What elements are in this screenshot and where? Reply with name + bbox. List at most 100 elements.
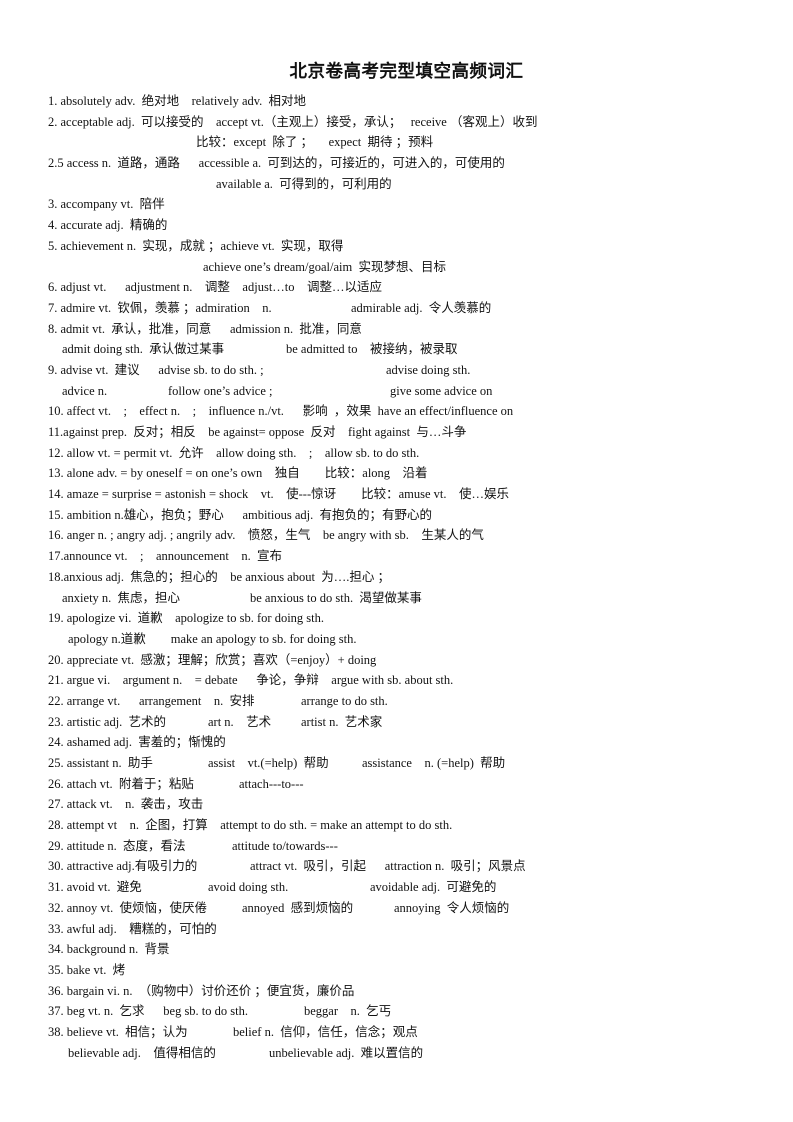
vocab-entry-text: 23. artistic adj. 艺术的 <box>48 714 167 729</box>
vocab-line: 1. absolutely adv. 绝对地 relatively adv. 相… <box>48 91 793 112</box>
vocab-line: 13. alone adv. = by oneself = on one’s o… <box>48 463 793 484</box>
vocab-line: 35. bake vt. 烤 <box>48 960 793 981</box>
vocab-entry-text: 10. affect vt. ; effect n. ; influence n… <box>48 404 514 419</box>
vocab-entry-text: 11.against prep. 反对；相反 be against= oppos… <box>48 425 467 439</box>
vocab-entry-text: attach---to--- <box>239 776 304 791</box>
vocab-entry-text: achieve one’s dream/goal/aim 实现梦想、目标 <box>203 259 446 274</box>
vocab-entry-text: 8. admit vt. 承认，批准，同意 admission n. 批准，同意 <box>48 321 362 336</box>
vocab-line: 27. attack vt. n. 袭击，攻击 <box>48 794 793 815</box>
vocab-entry-text: beggar n. 乞丐 <box>304 1004 392 1019</box>
vocab-line: advice n. follow one’s advice ; give some … <box>48 381 793 402</box>
vocab-line: 23. artistic adj. 艺术的 art n. 艺术 artist n. … <box>48 712 793 733</box>
vocab-entry-text: arrange to do sth. <box>301 693 388 708</box>
vocab-line: 2.5 access n. 道路，通路 accessible a. 可到达的，可… <box>48 153 793 174</box>
vocab-line: 26. attach vt. 附着于；粘贴 attach---to--- <box>48 774 793 795</box>
vocab-entry-text: 6. adjust vt. adjustment n. 调整 adjust…to… <box>48 280 383 295</box>
vocab-line: 17.announce vt. ; announcement n. 宣布 <box>48 546 793 567</box>
vocab-line: 36. bargain vi. n. （购物中）讨价还价 ；便宜货，廉价品 <box>48 981 793 1002</box>
vocab-entry-text: annoyed 感到烦恼的 <box>242 900 354 915</box>
vocab-entry-text: follow one’s advice ; <box>168 383 273 398</box>
vocab-entry-text: 30. attractive adj.有吸引力的 <box>48 859 198 874</box>
vocab-entry-text: be admitted to 被接纳，被录取 <box>286 342 458 357</box>
vocab-entry-text: anxiety n. 焦虑，担心 <box>62 590 181 605</box>
vocab-entry-text: 35. bake vt. 烤 <box>48 962 126 977</box>
vocab-entry-text: 21. argue vi. argument n. = debate 争论，争辩… <box>48 673 454 688</box>
vocab-line: 5. achievement n. 实现，成就 ；achieve vt. 实现，… <box>48 236 793 257</box>
vocab-entry-text: 2. acceptable adj. 可以接受的 accept vt.（主观上）… <box>48 114 538 129</box>
vocab-line: 16. anger n. ; angry adj. ; angrily adv.… <box>48 525 793 546</box>
vocab-line: 28. attempt vt n. 企图，打算 attempt to do st… <box>48 815 793 836</box>
vocab-entry-text: apology n.道歉 make an apology to sb. for … <box>68 631 357 646</box>
vocab-entry-text: 9. advise vt. 建议 advise sb. to do sth. ; <box>48 362 264 377</box>
vocab-entry-text: 16. anger n. ; angry adj. ; angrily adv.… <box>48 528 484 543</box>
vocab-entry-text: attitude to/towards--- <box>232 838 338 853</box>
vocab-line: 29. attitude n. 态度，看法 attitude to/towards… <box>48 836 793 857</box>
vocab-entry-text: 36. bargain vi. n. （购物中）讨价还价 ；便宜货，廉价品 <box>48 983 355 998</box>
vocab-line: 8. admit vt. 承认，批准，同意 admission n. 批准，同意 <box>48 319 793 340</box>
vocab-entry-text: 2.5 access n. 道路，通路 accessible a. 可到达的，可… <box>48 156 505 171</box>
vocab-entry-text: 19. apologize vi. 道歉 apologize to sb. fo… <box>48 611 325 626</box>
vocab-line: achieve one’s dream/goal/aim 实现梦想、目标 <box>48 257 793 278</box>
vocab-entry-text: attract vt. 吸引，引起 attraction n. 吸引；风景点 <box>250 859 526 874</box>
vocab-line: 6. adjust vt. adjustment n. 调整 adjust…to… <box>48 277 793 298</box>
vocab-line: 9. advise vt. 建议 advise sb. to do sth. ;… <box>48 360 793 381</box>
vocab-entry-text: 17.announce vt. ; announcement n. 宣布 <box>48 549 282 564</box>
vocab-line: 7. admire vt. 钦佩，羡慕 ；admiration n. admira… <box>48 298 793 319</box>
vocab-entry-text: be anxious to do sth. 渴望做某事 <box>250 590 422 605</box>
vocab-entry-text: unbelievable adj. 难以置信的 <box>269 1045 424 1060</box>
vocab-entry-text: 7. admire vt. 钦佩，羡慕 ；admiration n. <box>48 300 272 315</box>
vocab-line: 10. affect vt. ; effect n. ; influence n… <box>48 401 793 422</box>
vocab-line: admit doing sth. 承认做过某事 be admitted to 被接… <box>48 339 793 360</box>
vocab-line: 3. accompany vt. 陪伴 <box>48 194 793 215</box>
vocab-line: 11.against prep. 反对；相反 be against= oppos… <box>48 422 793 443</box>
vocab-entry-text: artist n. 艺术家 <box>301 714 383 729</box>
vocab-line: 20. appreciate vt. 感激；理解；欣赏；喜欢（=enjoy）+ … <box>48 650 793 671</box>
vocab-line: 33. awful adj. 糟糕的，可怕的 <box>48 919 793 940</box>
vocab-entry-text: belief n. 信仰，信任，信念；观点 <box>233 1024 418 1039</box>
vocab-entry-text: art n. 艺术 <box>208 714 272 729</box>
vocab-entry-text: admirable adj. 令人羡慕的 <box>351 300 492 315</box>
vocab-entry-text: 22. arrange vt. arrangement n. 安排 <box>48 693 255 708</box>
vocab-entry-text: 15. ambition n.雄心，抱负；野心 ambitious adj. 有… <box>48 507 433 522</box>
vocab-entry-text: advise doing sth. <box>386 362 471 377</box>
vocab-line: 19. apologize vi. 道歉 apologize to sb. fo… <box>48 608 793 629</box>
vocab-line: believable adj. 值得相信的 unbelievable adj. 难… <box>48 1043 793 1064</box>
vocab-line: 24. ashamed adj. 害羞的；惭愧的 <box>48 732 793 753</box>
vocab-entry-text: 26. attach vt. 附着于；粘贴 <box>48 776 194 791</box>
vocab-line: 2. acceptable adj. 可以接受的 accept vt.（主观上）… <box>48 112 793 133</box>
vocab-line: apology n.道歉 make an apology to sb. for … <box>48 629 793 650</box>
document-title: 北京卷高考完型填空高频词汇 <box>289 62 524 82</box>
vocab-entry-text: 18.anxious adj. 焦急的；担心的 be anxious about… <box>48 569 390 584</box>
vocab-entry-text: 29. attitude n. 态度，看法 <box>48 838 186 853</box>
vocab-entry-text: 14. amaze = surprise = astonish = shock … <box>48 487 510 502</box>
vocab-entry-text: 24. ashamed adj. 害羞的；惭愧的 <box>48 735 226 750</box>
vocab-entry-text: 4. accurate adj. 精确的 <box>48 218 168 233</box>
vocab-line: anxiety n. 焦虑，担心 be anxious to do sth. 渴望… <box>48 588 793 609</box>
vocab-entry-text: available a. 可得到的，可利用的 <box>216 176 392 191</box>
vocab-entry-text: 27. attack vt. n. 袭击，攻击 <box>48 797 204 812</box>
vocab-entry-text: 31. avoid vt. 避免 <box>48 880 142 895</box>
vocab-entry-text: advice n. <box>62 383 108 398</box>
vocab-entry-text: admit doing sth. 承认做过某事 <box>62 342 225 357</box>
vocab-line: 15. ambition n.雄心，抱负；野心 ambitious adj. 有… <box>48 505 793 526</box>
vocab-line: 37. beg vt. n. 乞求 beg sb. to do sth. begg… <box>48 1001 793 1022</box>
vocab-line: 25. assistant n. 助手 assist vt.(=help) 帮助 a… <box>48 753 793 774</box>
vocab-line: 4. accurate adj. 精确的 <box>48 215 793 236</box>
vocab-entry-text: 12. allow vt. = permit vt. 允许 allow doin… <box>48 445 420 460</box>
vocab-entry-text: 5. achievement n. 实现，成就 ；achieve vt. 实现，… <box>48 238 344 253</box>
vocab-line: 18.anxious adj. 焦急的；担心的 be anxious about… <box>48 567 793 588</box>
vocab-entry-text: 37. beg vt. n. 乞求 beg sb. to do sth. <box>48 1004 248 1019</box>
vocab-line: 14. amaze = surprise = astonish = shock … <box>48 484 793 505</box>
vocab-line: 12. allow vt. = permit vt. 允许 allow doin… <box>48 443 793 464</box>
vocab-entry-text: 3. accompany vt. 陪伴 <box>48 197 165 212</box>
vocab-entry-text: avoid doing sth. <box>208 880 289 895</box>
vocab-entry-text: believable adj. 值得相信的 <box>68 1045 216 1060</box>
vocab-entry-text: 33. awful adj. 糟糕的，可怕的 <box>48 921 217 936</box>
vocab-line: available a. 可得到的，可利用的 <box>48 174 793 195</box>
vocab-entry-text: assistance n. (=help) 帮助 <box>362 756 506 770</box>
vocab-entry-text: 20. appreciate vt. 感激；理解；欣赏；喜欢（=enjoy）+ … <box>48 652 377 667</box>
vocab-entry-text: 13. alone adv. = by oneself = on one’s o… <box>48 466 428 481</box>
vocab-line: 34. background n. 背景 <box>48 939 793 960</box>
vocab-entry-text: 25. assistant n. 助手 <box>48 756 153 770</box>
vocab-line: 比较：except 除了 ； expect 期待 ；预料 <box>48 132 793 153</box>
